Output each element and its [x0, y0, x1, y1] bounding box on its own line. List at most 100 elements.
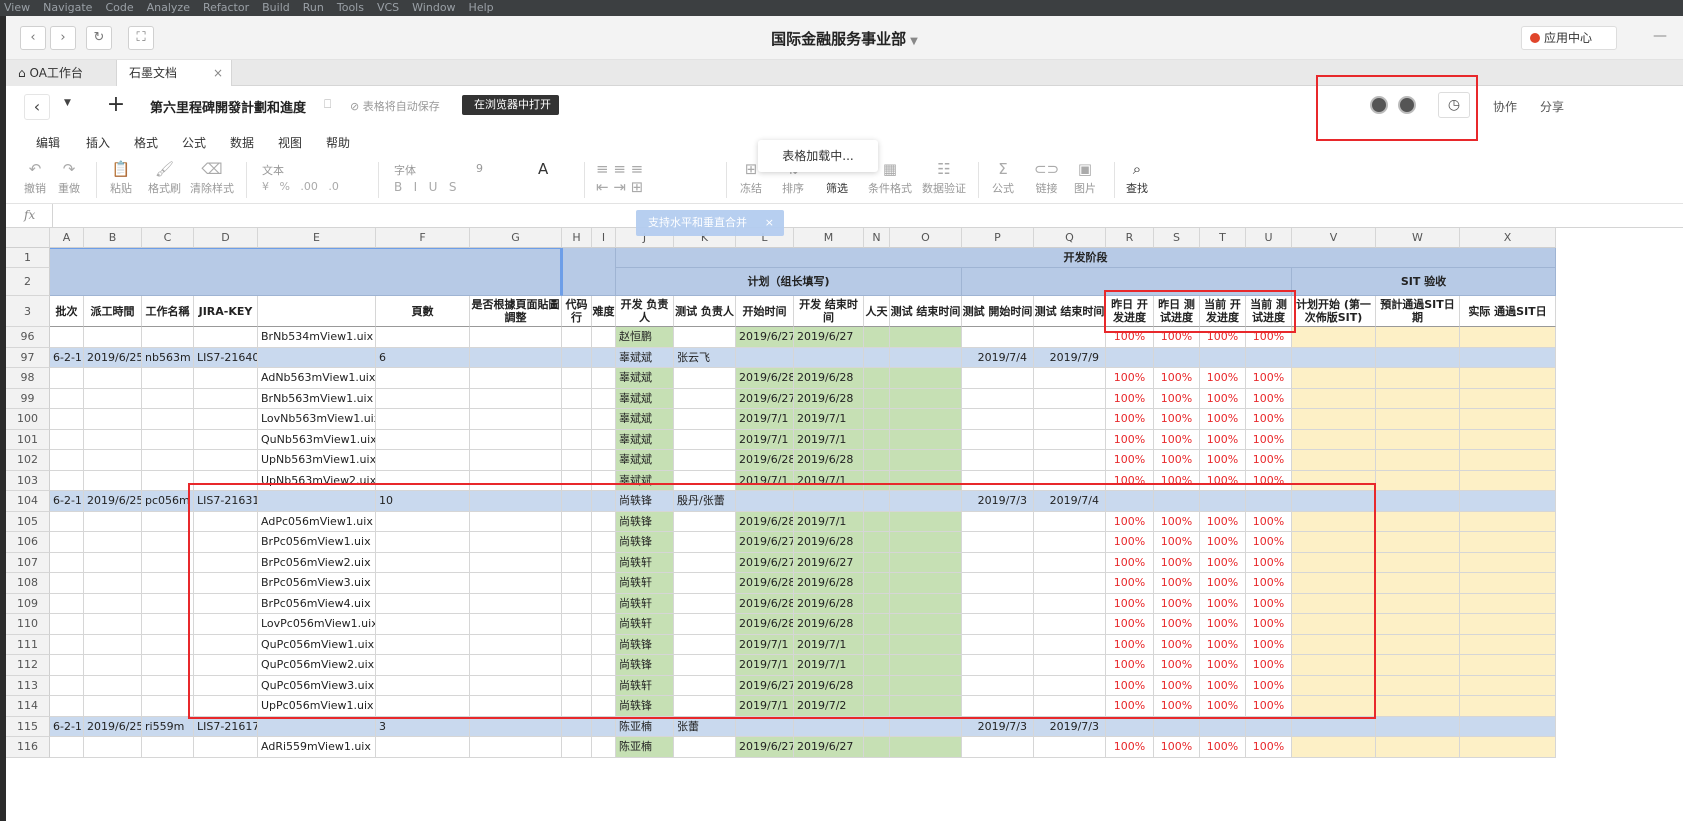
row-header[interactable]: 108: [6, 573, 50, 594]
ide-menu-item[interactable]: View: [4, 1, 30, 14]
cell-j[interactable]: 尚轶轩: [616, 614, 674, 635]
cell-i[interactable]: [592, 716, 616, 737]
ide-menu-item[interactable]: Help: [469, 1, 494, 14]
row-header[interactable]: 111: [6, 634, 50, 655]
cell-k[interactable]: [674, 552, 736, 573]
cell-s[interactable]: 100%: [1154, 696, 1200, 717]
cell-g[interactable]: [470, 593, 562, 614]
column-header[interactable]: T: [1200, 228, 1246, 248]
cell-e[interactable]: QuPc056mView2.uix: [258, 655, 376, 676]
column-header[interactable]: U: [1246, 228, 1292, 248]
cell-p[interactable]: [962, 655, 1034, 676]
cell-h[interactable]: [562, 491, 592, 512]
cell-s[interactable]: 100%: [1154, 450, 1200, 471]
cell-f[interactable]: [376, 655, 470, 676]
cell-l[interactable]: 2019/7/1: [736, 655, 794, 676]
cell-g[interactable]: [470, 573, 562, 594]
close-icon[interactable]: ×: [765, 210, 774, 236]
clear-format-button[interactable]: ⌫ 清除样式: [190, 160, 234, 196]
cell-p[interactable]: 2019/7/3: [962, 491, 1034, 512]
cell-g[interactable]: [470, 327, 562, 348]
row-header[interactable]: 3: [6, 296, 50, 327]
cell-a[interactable]: [50, 737, 84, 758]
cell-c[interactable]: [142, 573, 194, 594]
cell-u[interactable]: 100%: [1246, 327, 1292, 348]
cell-x[interactable]: [1460, 429, 1556, 450]
menu-format[interactable]: 格式: [134, 134, 158, 151]
row-header[interactable]: 98: [6, 368, 50, 389]
cell-p[interactable]: 2019/7/4: [962, 347, 1034, 368]
cell-v[interactable]: [1292, 614, 1376, 635]
cell-n[interactable]: [864, 532, 890, 553]
cell-u[interactable]: 100%: [1246, 409, 1292, 430]
cell-h[interactable]: [562, 593, 592, 614]
cell-o[interactable]: [890, 675, 962, 696]
cell-h[interactable]: [562, 368, 592, 389]
cell-n[interactable]: [864, 470, 890, 491]
cell-p[interactable]: [962, 634, 1034, 655]
cell-d[interactable]: [194, 737, 258, 758]
app-center-button[interactable]: 应用中心: [1521, 26, 1617, 50]
row-header[interactable]: 96: [6, 327, 50, 348]
cell-t[interactable]: 100%: [1200, 655, 1246, 676]
cell-v[interactable]: [1292, 470, 1376, 491]
cell-k[interactable]: [674, 573, 736, 594]
cell-n[interactable]: [864, 696, 890, 717]
cell-a[interactable]: [50, 368, 84, 389]
cell-a[interactable]: [50, 593, 84, 614]
cell-f[interactable]: 6: [376, 347, 470, 368]
cell-w[interactable]: [1376, 368, 1460, 389]
cell-s[interactable]: [1154, 491, 1200, 512]
cell-q[interactable]: 2019/7/4: [1034, 491, 1106, 512]
cell-r[interactable]: 100%: [1106, 614, 1154, 635]
formula-button[interactable]: Σ 公式: [992, 160, 1014, 196]
header-merged-cell[interactable]: [50, 248, 562, 296]
cell-e[interactable]: UpNb563mView1.uix: [258, 450, 376, 471]
cell-n[interactable]: [864, 614, 890, 635]
cell-h[interactable]: [562, 696, 592, 717]
column-header[interactable]: N: [864, 228, 890, 248]
cell-a[interactable]: [50, 614, 84, 635]
cell-k[interactable]: [674, 593, 736, 614]
cell-m[interactable]: 2019/6/27: [794, 737, 864, 758]
cell-l[interactable]: 2019/6/28: [736, 573, 794, 594]
cell-s[interactable]: 100%: [1154, 655, 1200, 676]
cell-s[interactable]: 100%: [1154, 409, 1200, 430]
cell-a[interactable]: [50, 675, 84, 696]
cell-l[interactable]: 2019/6/27: [736, 327, 794, 348]
cell-b[interactable]: [84, 450, 142, 471]
cell-f[interactable]: [376, 429, 470, 450]
cell-w[interactable]: [1376, 614, 1460, 635]
cell-b[interactable]: [84, 511, 142, 532]
cell-w[interactable]: [1376, 532, 1460, 553]
cell-p[interactable]: [962, 327, 1034, 348]
cell-o[interactable]: [890, 552, 962, 573]
cell-n[interactable]: [864, 593, 890, 614]
cell-w[interactable]: [1376, 470, 1460, 491]
cell-x[interactable]: [1460, 470, 1556, 491]
column-header[interactable]: M: [794, 228, 864, 248]
cell-i[interactable]: [592, 634, 616, 655]
row-header[interactable]: 114: [6, 696, 50, 717]
cell-o[interactable]: [890, 614, 962, 635]
cell-r[interactable]: 100%: [1106, 429, 1154, 450]
cell-f[interactable]: 3: [376, 716, 470, 737]
cell-e[interactable]: [258, 347, 376, 368]
cell-r[interactable]: 100%: [1106, 327, 1154, 348]
cell-v[interactable]: [1292, 696, 1376, 717]
cell-c[interactable]: [142, 511, 194, 532]
cell-b[interactable]: [84, 675, 142, 696]
cell-n[interactable]: [864, 388, 890, 409]
cell-d[interactable]: [194, 450, 258, 471]
cell-m[interactable]: 2019/7/1: [794, 655, 864, 676]
cell-l[interactable]: 2019/6/28: [736, 511, 794, 532]
cell-t[interactable]: 100%: [1200, 470, 1246, 491]
cell-r[interactable]: 100%: [1106, 470, 1154, 491]
cell-x[interactable]: [1460, 388, 1556, 409]
cell-i[interactable]: [592, 409, 616, 430]
cell-l[interactable]: 2019/6/28: [736, 593, 794, 614]
cell-m[interactable]: 2019/7/1: [794, 470, 864, 491]
cell-m[interactable]: 2019/6/28: [794, 450, 864, 471]
cell-o[interactable]: [890, 450, 962, 471]
back-icon[interactable]: ‹: [24, 94, 50, 120]
